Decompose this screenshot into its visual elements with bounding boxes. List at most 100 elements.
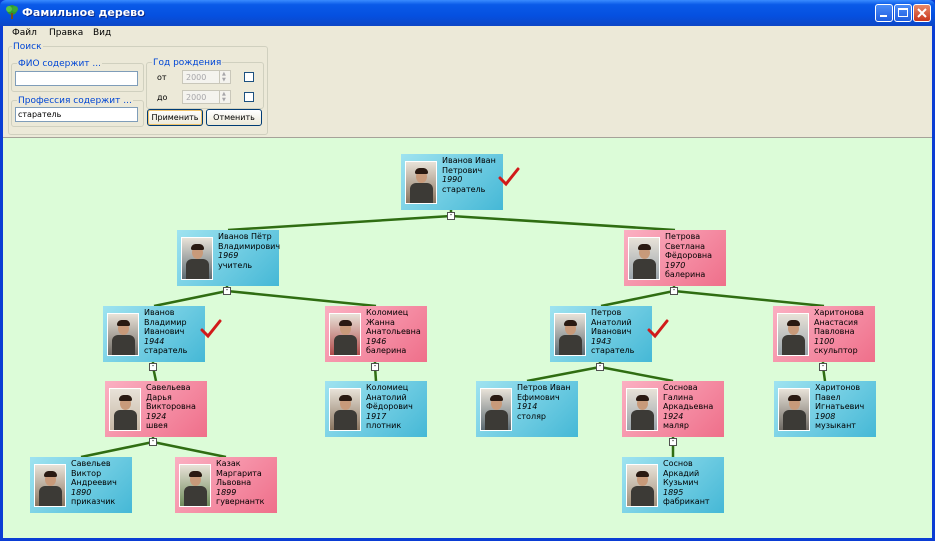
person-photo [405,161,437,204]
collapse-toggle[interactable]: - [669,438,677,446]
person-card[interactable]: Петров Иван Ефимович 1914 столяр [476,381,578,437]
person-profession: учитель [218,260,253,270]
family-tree-canvas[interactable]: - - - - - - - - - Иванов Иван Петрович 1990 старател… [3,138,932,538]
fio-group: ФИО содержит ... [11,59,144,92]
person-card[interactable]: Петров Анатолий Иванович 1943 старатель [550,306,652,362]
match-check-icon [498,167,520,187]
person-name-line: Савельева [146,383,191,392]
person-card[interactable]: Савельева Дарья Викторовна 1924 швея [105,381,207,437]
profession-input[interactable]: старатель [15,107,138,122]
child-connector [673,289,825,308]
collapse-toggle[interactable]: - [149,363,157,371]
collapse-toggle[interactable]: - [447,212,455,220]
collapse-toggle[interactable]: - [223,287,231,295]
person-photo [329,388,361,431]
person-profession: фабрикант [663,497,710,506]
close-icon [917,8,927,18]
person-name-line: Петров [591,308,622,317]
person-name-line: Ефимович [517,392,560,402]
person-photo [480,388,512,431]
person-birth-year: 1946 [366,336,387,346]
person-birth-year: 1970 [665,260,686,270]
person-photo [109,388,141,431]
menu-edit[interactable]: Правка [49,28,83,38]
match-check-icon [200,319,222,339]
person-card[interactable]: Иванов Иван Петрович 1990 старатель [401,154,503,210]
menu-file[interactable]: Файл [12,28,37,38]
collapse-toggle[interactable]: - [149,438,157,446]
person-name-line: Иванов Пётр [218,232,272,241]
person-card[interactable]: Казак Маргарита Львовна 1899 гувернантк [175,457,277,513]
person-card[interactable]: Иванов Владимир Иванович 1944 старатель [103,306,205,362]
search-group: Поиск ФИО содержит ... Профессия содержи… [8,42,268,135]
person-name-line: Соснов [663,459,693,468]
person-card[interactable]: Харитонов Павел Игнатьевич 1908 музыкант [774,381,876,437]
person-name-line: Аркадий [663,468,700,478]
minimize-button[interactable] [875,4,893,22]
menu-view[interactable]: Вид [93,28,111,38]
apply-button[interactable]: Применить [147,109,203,126]
person-info: Коломиец Анатолий Фёдорович 1917 плотник [366,383,428,431]
title-bar[interactable]: Фамильное дерево [0,0,935,26]
person-name-line: Фёдоровна [665,251,713,260]
from-year-spinner[interactable]: 2000 ▲ ▼ [182,70,231,84]
birth-year-label: Год рождения [152,58,223,68]
person-name-line: Анатолий [591,317,632,327]
collapse-toggle[interactable]: - [819,363,827,371]
to-year-checkbox[interactable] [244,92,254,102]
child-connector [80,440,154,459]
person-info: Харитонов Павел Игнатьевич 1908 музыкант [815,383,877,431]
child-connector [226,289,377,308]
person-name-line: Харитонова [814,308,864,317]
person-photo [34,464,66,507]
person-name-line: Харитонов [815,383,861,392]
person-card[interactable]: Коломиец Жанна Анатольевна 1946 балерина [325,306,427,362]
fio-input[interactable] [15,71,138,86]
person-card[interactable]: Петрова Светлана Фёдоровна 1970 балерина [624,230,726,286]
person-birth-year: 1914 [517,402,538,411]
person-name-line: Анастасия [814,317,858,327]
person-card[interactable]: Соснова Галина Аркадьевна 1924 маляр [622,381,724,437]
spinner-arrows-icon[interactable]: ▲ ▼ [219,71,230,83]
person-photo [179,464,211,507]
person-profession: швея [146,421,168,430]
person-name-line: Иванов Иван [442,156,496,165]
person-photo [329,313,361,356]
person-name-line: Галина [663,392,694,402]
person-card[interactable]: Иванов Пётр Владимирович 1969 учитель [177,230,280,286]
from-year-checkbox[interactable] [244,72,254,82]
person-card[interactable]: Савельев Виктор Андреевич 1890 приказчик [30,457,132,513]
child-connector [526,365,601,383]
person-birth-year: 1924 [146,411,167,421]
person-info: Иванов Пётр Владимирович 1969 учитель [218,232,280,270]
person-name-line: Иванович [144,327,185,336]
to-year-value: 2000 [186,93,207,102]
maximize-button[interactable] [894,4,912,22]
person-card[interactable]: Харитонова Анастасия Павловна 1100 скульптор [773,306,875,362]
to-year-spinner[interactable]: 2000 ▲ ▼ [182,90,231,104]
spinner-arrows-icon[interactable]: ▲ ▼ [219,91,230,103]
person-name-line: Львовна [216,478,252,487]
close-button[interactable] [913,4,931,22]
person-photo [107,313,139,356]
person-name-line: Павел [815,392,841,402]
person-name-line: Андреевич [71,478,117,487]
person-name-line: Дарья [146,392,172,402]
person-profession: старатель [144,346,188,355]
person-card[interactable]: Коломиец Анатолий Фёдорович 1917 плотник [325,381,427,437]
collapse-toggle[interactable]: - [596,363,604,371]
person-card[interactable]: Соснов Аркадий Кузьмич 1895 фабрикант [622,457,724,513]
person-birth-year: 1917 [366,411,387,421]
child-connector [153,289,228,308]
cancel-button[interactable]: Отменить [206,109,262,126]
collapse-toggle[interactable]: - [371,363,379,371]
person-photo [181,237,213,280]
person-name-line: Аркадьевна [663,402,714,411]
person-name-line: Савельев [71,459,111,468]
menu-bar: Файл Правка Вид [3,26,932,41]
person-name-line: Виктор [71,468,102,478]
person-name-line: Петров Иван [517,383,571,392]
person-profession: гувернантк [216,497,265,506]
collapse-toggle[interactable]: - [670,287,678,295]
person-birth-year: 1944 [144,336,165,346]
